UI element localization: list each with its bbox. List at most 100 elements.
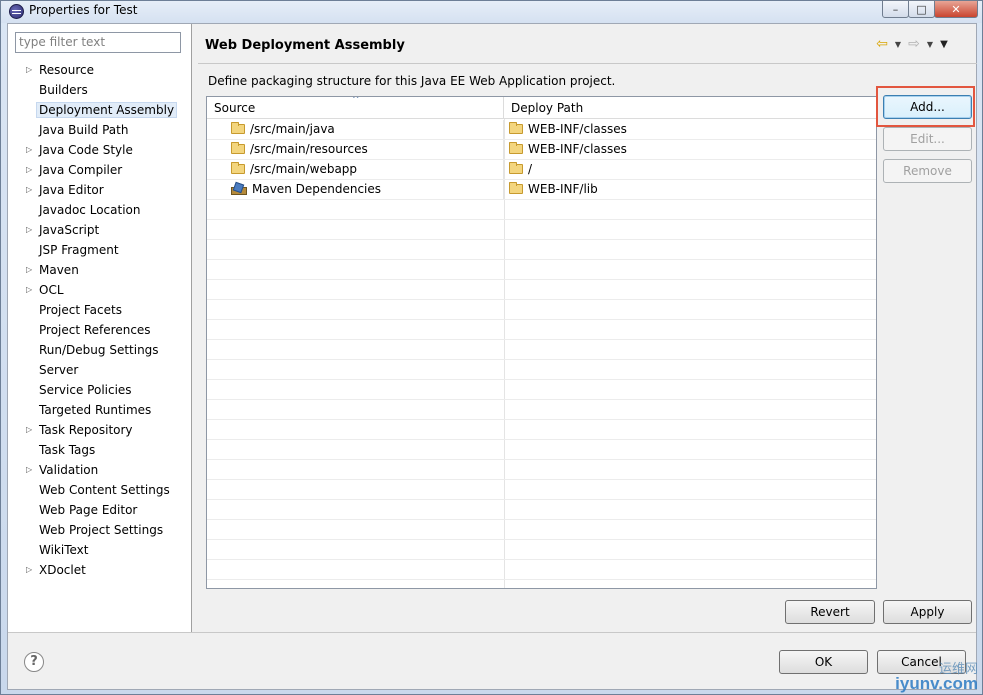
filter-input[interactable]: type filter text bbox=[15, 32, 181, 53]
forward-dropdown-icon[interactable]: ▼ bbox=[924, 40, 936, 49]
expand-chevron-icon[interactable]: ▷ bbox=[26, 280, 32, 300]
dialog-button-bar: ? OK Cancel bbox=[8, 632, 976, 689]
expand-chevron-icon[interactable]: ▷ bbox=[26, 460, 32, 480]
tree-item[interactable]: ▷ Java Editor bbox=[8, 180, 192, 200]
tree-item-label: Service Policies bbox=[39, 383, 132, 397]
title-separator bbox=[198, 63, 977, 64]
remove-button[interactable]: Remove bbox=[883, 159, 972, 183]
source-text: /src/main/resources bbox=[250, 142, 368, 156]
properties-window: Properties for Test – □ ✕ type filter te… bbox=[0, 0, 983, 695]
tree-item[interactable]: Java Build Path bbox=[8, 120, 192, 140]
expand-chevron-icon[interactable]: ▷ bbox=[26, 140, 32, 160]
sort-ascending-icon: ^ bbox=[352, 96, 360, 105]
tree-item-label: Project Facets bbox=[39, 303, 122, 317]
tree-item-label: Web Content Settings bbox=[39, 483, 170, 497]
table-row[interactable]: Maven Dependencies WEB-INF/lib bbox=[207, 180, 876, 200]
tree-item[interactable]: Web Page Editor bbox=[8, 500, 192, 520]
tree-item[interactable]: Run/Debug Settings bbox=[8, 340, 192, 360]
tree-item[interactable]: Task Tags bbox=[8, 440, 192, 460]
left-pane: type filter text ▷ Resource Builders Deploy… bbox=[8, 24, 192, 632]
tree-item[interactable]: ▷ Java Compiler bbox=[8, 160, 192, 180]
tree-item[interactable]: ▷ Java Code Style bbox=[8, 140, 192, 160]
empty-table-row bbox=[207, 280, 876, 300]
expand-chevron-icon[interactable]: ▷ bbox=[26, 160, 32, 180]
folder-icon bbox=[231, 122, 245, 134]
tree-item[interactable]: ▷ JavaScript bbox=[8, 220, 192, 240]
tree-item[interactable]: ▷ OCL bbox=[8, 280, 192, 300]
table-row[interactable]: /src/main/resources WEB-INF/classes bbox=[207, 140, 876, 160]
page-navigation: ⇦ ▼ ⇨ ▼ ▼ bbox=[874, 36, 950, 52]
empty-table-row bbox=[207, 320, 876, 340]
tree-item[interactable]: Project Facets bbox=[8, 300, 192, 320]
tree-item[interactable]: Service Policies bbox=[8, 380, 192, 400]
empty-table-row bbox=[207, 380, 876, 400]
source-cell: /src/main/webapp bbox=[207, 160, 504, 179]
tree-item[interactable]: Targeted Runtimes bbox=[8, 400, 192, 420]
title-bar[interactable]: Properties for Test – □ ✕ bbox=[1, 0, 982, 23]
table-row[interactable]: /src/main/webapp / bbox=[207, 160, 876, 180]
forward-arrow-icon[interactable]: ⇨ bbox=[906, 36, 922, 52]
ok-button[interactable]: OK bbox=[779, 650, 868, 674]
tree-item[interactable]: Builders bbox=[8, 80, 192, 100]
expand-chevron-icon[interactable]: ▷ bbox=[26, 420, 32, 440]
maximize-button[interactable]: □ bbox=[908, 0, 935, 18]
deploy-path-text: / bbox=[528, 162, 533, 176]
tree-item-label: Java Editor bbox=[39, 183, 104, 197]
view-menu-icon[interactable]: ▼ bbox=[938, 39, 950, 50]
tree-item[interactable]: WikiText bbox=[8, 540, 192, 560]
folder-icon bbox=[231, 142, 245, 154]
tree-item[interactable]: ▷ Resource bbox=[8, 60, 192, 80]
minimize-button[interactable]: – bbox=[882, 0, 909, 18]
source-cell: /src/main/resources bbox=[207, 140, 504, 159]
expand-chevron-icon[interactable]: ▷ bbox=[26, 560, 32, 580]
tree-item-label: Resource bbox=[39, 63, 95, 77]
tree-item-label: Maven bbox=[39, 263, 79, 277]
tree-item-label: Java Code Style bbox=[39, 143, 133, 157]
tree-item-label: Run/Debug Settings bbox=[39, 343, 159, 357]
tree-item-label: Web Project Settings bbox=[39, 523, 164, 537]
tree-item[interactable]: Javadoc Location bbox=[8, 200, 192, 220]
deploy-path-text: WEB-INF/classes bbox=[528, 122, 627, 136]
folder-icon bbox=[509, 162, 523, 174]
deployment-assembly-table[interactable]: ^ Source Deploy Path /src/main/java WEB-I… bbox=[206, 96, 877, 589]
table-header: ^ Source Deploy Path bbox=[207, 97, 876, 119]
tree-item[interactable]: Project References bbox=[8, 320, 192, 340]
tree-item[interactable]: JSP Fragment bbox=[8, 240, 192, 260]
tree-item[interactable]: Deployment Assembly bbox=[8, 100, 192, 120]
expand-chevron-icon[interactable]: ▷ bbox=[26, 60, 32, 80]
expand-chevron-icon[interactable]: ▷ bbox=[26, 260, 32, 280]
expand-chevron-icon[interactable]: ▷ bbox=[26, 180, 32, 200]
tree-item[interactable]: Web Content Settings bbox=[8, 480, 192, 500]
tree-item-label: Web Page Editor bbox=[39, 503, 138, 517]
apply-button[interactable]: Apply bbox=[883, 600, 972, 624]
empty-table-row bbox=[207, 520, 876, 540]
empty-table-row bbox=[207, 340, 876, 360]
tree-item-label: WikiText bbox=[39, 543, 89, 557]
tree-item[interactable]: ▷ XDoclet bbox=[8, 560, 192, 580]
back-dropdown-icon[interactable]: ▼ bbox=[892, 40, 904, 49]
edit-button[interactable]: Edit... bbox=[883, 127, 972, 151]
tree-item-label: Server bbox=[39, 363, 79, 377]
close-button[interactable]: ✕ bbox=[934, 0, 978, 18]
back-arrow-icon[interactable]: ⇦ bbox=[874, 36, 890, 52]
column-header-source[interactable]: ^ Source bbox=[207, 97, 504, 119]
expand-chevron-icon[interactable]: ▷ bbox=[26, 220, 32, 240]
deploy-path-text: WEB-INF/lib bbox=[528, 182, 598, 196]
tree-item[interactable]: Server bbox=[8, 360, 192, 380]
empty-table-row bbox=[207, 260, 876, 280]
column-header-deploy-path[interactable]: Deploy Path bbox=[505, 97, 876, 119]
tree-item[interactable]: Web Project Settings bbox=[8, 520, 192, 540]
revert-button[interactable]: Revert bbox=[785, 600, 875, 624]
source-text: /src/main/webapp bbox=[250, 162, 358, 176]
empty-table-row bbox=[207, 460, 876, 480]
window-controls: – □ ✕ bbox=[882, 0, 978, 18]
tree-item[interactable]: ▷ Task Repository bbox=[8, 420, 192, 440]
tree-item[interactable]: ▷ Validation bbox=[8, 460, 192, 480]
tree-item-label: Project References bbox=[39, 323, 151, 337]
add-button[interactable]: Add... bbox=[883, 95, 972, 119]
tree-item-label: XDoclet bbox=[39, 563, 86, 577]
tree-item-label: Builders bbox=[39, 83, 88, 97]
table-row[interactable]: /src/main/java WEB-INF/classes bbox=[207, 120, 876, 140]
help-icon[interactable]: ? bbox=[24, 652, 44, 672]
tree-item[interactable]: ▷ Maven bbox=[8, 260, 192, 280]
